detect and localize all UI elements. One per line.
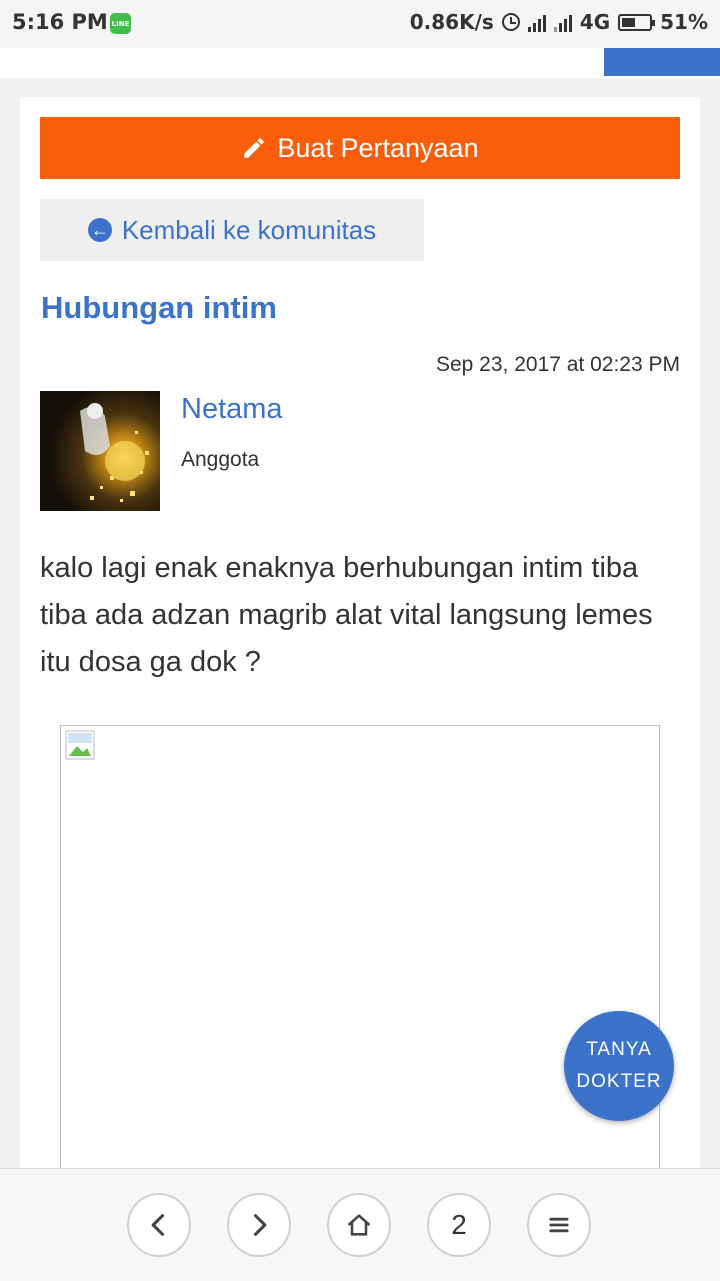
ask-question-button[interactable]: Buat Pertanyaan — [40, 117, 680, 179]
forward-nav-button[interactable] — [227, 1193, 291, 1257]
chevron-right-icon — [253, 1214, 267, 1236]
tab-count: 2 — [451, 1209, 467, 1240]
author-role: Anggota — [181, 448, 260, 471]
tabs-button[interactable]: 2 — [427, 1193, 491, 1257]
battery-percent: 51% — [660, 10, 708, 34]
browser-bottom-nav: 2 — [0, 1168, 720, 1281]
home-button[interactable] — [327, 1193, 391, 1257]
menu-button[interactable] — [527, 1193, 591, 1257]
site-header — [0, 48, 720, 78]
post-image-placeholder — [60, 725, 660, 1207]
avatar[interactable] — [40, 391, 160, 511]
battery-fill — [622, 17, 636, 27]
menu-icon — [549, 1217, 569, 1233]
signal-icon-2 — [553, 12, 572, 32]
line-app-icon: LINE — [110, 13, 131, 34]
signal-icon — [527, 12, 546, 32]
chevron-left-icon — [151, 1214, 165, 1236]
post-title: Hubungan intim — [41, 290, 277, 325]
network-type: 4G — [579, 10, 611, 34]
back-label: Kembali ke komunitas — [121, 214, 377, 245]
back-nav-button[interactable] — [127, 1193, 191, 1257]
pencil-icon — [244, 138, 265, 158]
ask-doctor-line1: TANYA — [586, 1039, 652, 1060]
author-name[interactable]: Netama — [181, 393, 283, 426]
ask-doctor-button[interactable]: TANYA DOKTER — [564, 1011, 674, 1121]
arrow-left-circle-icon: ← — [87, 218, 112, 242]
battery-icon — [618, 13, 656, 31]
post-date: Sep 23, 2017 at 02:23 PM — [435, 353, 680, 376]
broken-image-icon — [65, 730, 95, 760]
back-to-community-button[interactable]: ← Kembali ke komunitas — [40, 199, 424, 261]
ask-question-label: Buat Pertanyaan — [277, 132, 479, 163]
home-icon — [347, 1214, 371, 1236]
ask-doctor-line2: DOKTER — [576, 1071, 662, 1092]
status-time: 5:16 PM — [12, 10, 108, 34]
avatar-illustration — [80, 403, 149, 502]
status-right: 0.86K/s 4G 51% — [410, 10, 708, 34]
status-bar: 5:16 PM LINE 0.86K/s 4G 51% — [0, 0, 720, 48]
search-button[interactable] — [604, 48, 720, 76]
net-speed: 0.86K/s — [409, 10, 494, 34]
post-body: kalo lagi enak enaknya berhubungan intim… — [40, 552, 653, 678]
alarm-icon — [501, 13, 520, 31]
